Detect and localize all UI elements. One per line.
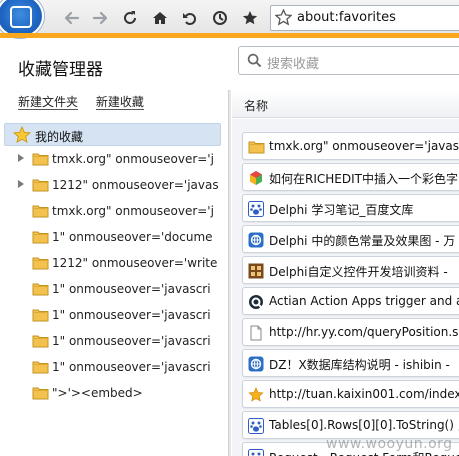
folder-icon	[32, 203, 49, 221]
tree-folder-item[interactable]: 1212" onmouseover='write	[0, 252, 228, 274]
bookmark-title: Delphi 中的颜色常量及效果图 - 万	[269, 234, 456, 248]
bookmark-title: http://hr.yy.com/queryPosition.sh	[269, 325, 459, 339]
tree-root-my-favorites[interactable]: 我的收藏	[4, 123, 221, 146]
bookmark-item[interactable]: Delphi自定义控件开发培训资料 -	[242, 256, 459, 284]
actian-icon	[248, 294, 264, 310]
new-folder-link[interactable]: 新建文件夹	[18, 95, 79, 110]
bookmark-title: http://tuan.kaixin001.com/index.p	[269, 387, 459, 401]
bookmark-item[interactable]: Request - Request Form和Request	[242, 442, 459, 456]
tree-folder-label: tmxk.org" onmouseover='j	[52, 152, 214, 166]
tree-folder-label: 1" onmouseover='javascri	[52, 282, 211, 296]
search-input[interactable]: 搜索收藏	[238, 46, 459, 75]
baidu-paw-icon	[248, 201, 264, 217]
tree-folder-label: 1" onmouseover='javascri	[52, 334, 211, 348]
accent-bar	[0, 33, 459, 38]
tree-root-label: 我的收藏	[35, 130, 84, 144]
reload-icon[interactable]	[120, 8, 140, 28]
tree-folder-label: tmxk.org" onmouseover='j	[52, 204, 214, 218]
column-header-label: 名称	[244, 99, 269, 113]
colorful-cube-icon	[248, 170, 264, 186]
bookmark-star-icon[interactable]	[274, 8, 293, 30]
forward-icon[interactable]	[90, 8, 110, 28]
folder-icon	[32, 281, 49, 299]
tree-folder-item[interactable]: 1" onmouseover='javascri	[0, 356, 228, 378]
address-bar[interactable]: about:favorites	[270, 5, 459, 31]
tree-folder-item[interactable]: 1" onmouseover='javascri	[0, 278, 228, 300]
expand-arrow-icon[interactable]	[18, 180, 24, 188]
bookmark-item[interactable]: Tables[0].Rows[0][0].ToString() ;	[242, 411, 459, 439]
browser-toolbar: about:favorites	[0, 0, 459, 38]
tree-folder-item[interactable]: tmxk.org" onmouseover='j	[0, 148, 228, 170]
bookmark-list: tmxk.org" onmouseover='javascri 如何在RICHED…	[232, 119, 459, 456]
tree-folder-item[interactable]: 1" onmouseover='docume	[0, 226, 228, 248]
site-globe-icon	[248, 356, 264, 372]
folder-icon	[32, 359, 49, 377]
site-globe-icon	[248, 232, 264, 248]
bookmark-title: Tables[0].Rows[0][0].ToString() ;	[269, 418, 459, 432]
undo-icon[interactable]	[180, 8, 200, 28]
tree-folder-label: 1" onmouseover='javascri	[52, 308, 211, 322]
favorite-icon[interactable]	[240, 8, 260, 28]
column-header-name[interactable]: 名称	[232, 90, 459, 118]
action-links: 新建文件夹 新建收藏	[18, 95, 158, 110]
bookmark-item[interactable]: 如何在RICHEDIT中插入一个彩色字	[242, 163, 459, 191]
expand-arrow-icon[interactable]	[18, 154, 24, 162]
tree-folder-item[interactable]: 1" onmouseover='javascri	[0, 330, 228, 352]
address-text[interactable]: about:favorites	[297, 10, 396, 25]
back-icon[interactable]	[62, 8, 82, 28]
bookmark-title: 如何在RICHEDIT中插入一个彩色字	[269, 172, 458, 186]
new-bookmark-link[interactable]: 新建收藏	[95, 95, 144, 110]
folder-icon	[32, 333, 49, 351]
baidu-paw-icon	[248, 449, 264, 456]
baidu-paw-icon	[248, 418, 264, 434]
bookmark-title: Delphi 学习笔记_百度文库	[269, 203, 414, 217]
folder-icon	[32, 307, 49, 325]
bookmark-item[interactable]: Delphi 中的颜色常量及效果图 - 万	[242, 225, 459, 253]
bookmark-item[interactable]: DZ！X数据库结构说明 - ishibin -	[242, 349, 459, 377]
blank-page-icon	[248, 325, 264, 341]
bookmark-item[interactable]: http://tuan.kaixin001.com/index.p	[242, 380, 459, 408]
tree-folder-label: ">'><embed>	[52, 386, 143, 400]
bookmark-item[interactable]: Actian Action Apps trigger and a	[242, 287, 459, 315]
folder-icon	[32, 151, 49, 169]
folder-icon	[32, 385, 49, 403]
folder-icon	[32, 229, 49, 247]
folder-icon	[32, 177, 49, 195]
history-icon[interactable]	[210, 8, 230, 28]
kaixin-icon	[248, 387, 264, 403]
tree-folder-label: 1" onmouseover='javascri	[52, 360, 211, 374]
bookmark-item[interactable]: Delphi 学习笔记_百度文库	[242, 194, 459, 222]
tree-folder-label: 1212" onmouseover='write	[52, 256, 218, 270]
search-placeholder: 搜索收藏	[267, 57, 320, 72]
tree-folder-label: 1212" onmouseover='javas	[52, 178, 219, 192]
folder-icon	[248, 139, 265, 155]
search-icon	[247, 53, 262, 72]
bookmark-title: Actian Action Apps trigger and a	[269, 294, 459, 308]
tree-folder-item[interactable]: 1212" onmouseover='javas	[0, 174, 228, 196]
tree-folder-item[interactable]: ">'><embed>	[0, 382, 228, 404]
bookmark-title: Request - Request Form和Request	[269, 449, 459, 456]
tree-folder-item[interactable]: 1" onmouseover='javascri	[0, 304, 228, 326]
bookmark-item[interactable]: tmxk.org" onmouseover='javascri	[242, 132, 459, 160]
pane-splitter[interactable]	[228, 90, 231, 456]
tree-folder-item[interactable]: tmxk.org" onmouseover='j	[0, 200, 228, 222]
page-title: 收藏管理器	[18, 60, 103, 80]
bookmark-title: tmxk.org" onmouseover='javascri	[269, 139, 459, 153]
home-icon[interactable]	[150, 8, 170, 28]
bookmark-item[interactable]: http://hr.yy.com/queryPosition.sh	[242, 318, 459, 346]
bookmark-title: DZ！X数据库结构说明 - ishibin -	[269, 358, 450, 372]
cnblogs-icon	[248, 263, 264, 279]
tree-folder-label: 1" onmouseover='docume	[52, 230, 213, 244]
bookmark-title: Delphi自定义控件开发培训资料 -	[269, 265, 448, 279]
folder-icon	[32, 255, 49, 273]
favorites-star-icon	[12, 126, 32, 148]
